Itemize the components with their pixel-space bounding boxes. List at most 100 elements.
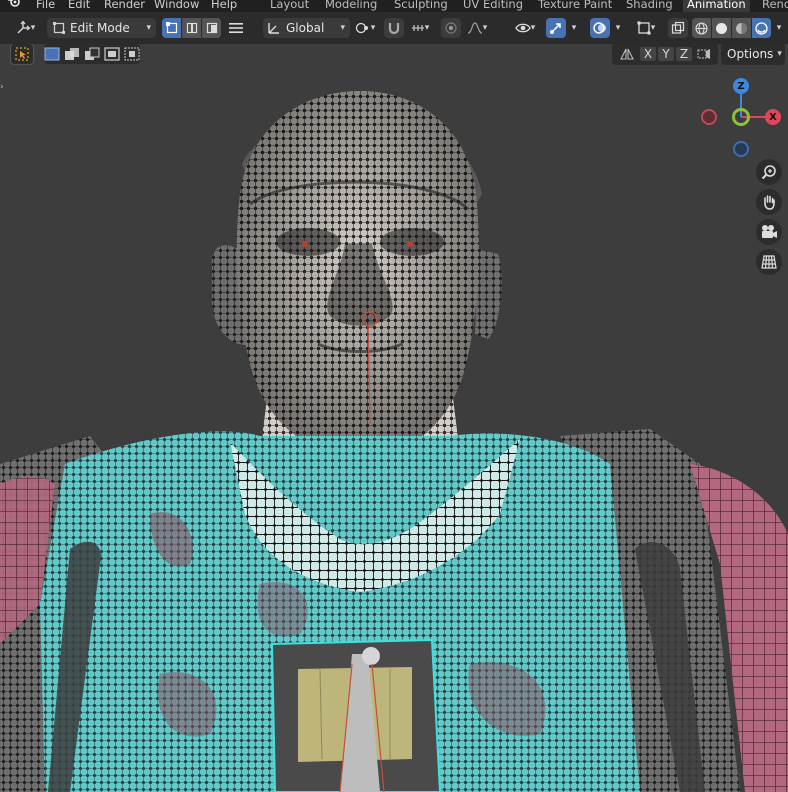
chevron-down-icon: ▾ <box>424 23 430 33</box>
transform-pivot-icon <box>17 20 31 34</box>
proportional-edit-icon <box>445 22 457 34</box>
face-select-button[interactable] <box>202 18 221 38</box>
xray-toggle[interactable] <box>668 18 688 38</box>
mesh-overlay-dropdown[interactable]: ▾ <box>630 18 662 38</box>
zoom-button[interactable] <box>756 159 782 185</box>
orientation-label: Global <box>286 21 325 35</box>
rendered-sphere-icon <box>755 21 768 35</box>
menu-render[interactable]: Render <box>104 0 145 11</box>
mode-dropdown[interactable]: Edit Mode ▾ <box>47 18 156 38</box>
edge-select-button[interactable] <box>182 18 201 38</box>
mirror-axis-group: X Y Z <box>612 44 718 65</box>
menu-help[interactable]: Help <box>211 0 237 11</box>
tab-texture-paint[interactable]: Texture Paint <box>534 0 616 12</box>
gizmo-toggle[interactable] <box>546 18 566 38</box>
top-menu-bar: File Edit Render Window Help Layout Mode… <box>0 0 788 12</box>
gizmo-z-axis: Z <box>733 78 749 94</box>
mirror-x-toggle[interactable]: X <box>640 47 656 61</box>
chevron-down-icon: ▾ <box>776 23 782 33</box>
menu-edit[interactable]: Edit <box>68 0 90 11</box>
chevron-down-icon: ▾ <box>370 23 376 33</box>
3d-viewport[interactable]: X Y Z Options ▾ › Z X Y <box>0 44 788 792</box>
gizmo-x-axis: X <box>765 109 781 125</box>
tab-animation[interactable]: Animation <box>683 0 750 12</box>
rendered-shading-button[interactable] <box>752 18 771 38</box>
shading-dropdown[interactable]: ▾ <box>772 18 786 38</box>
select-box-tool[interactable] <box>10 44 34 65</box>
snap-target-dropdown[interactable]: ▾ <box>405 18 435 38</box>
menu-window[interactable]: Window <box>154 0 199 11</box>
tab-modeling[interactable]: Modeling <box>321 0 381 12</box>
camera-icon <box>762 225 777 238</box>
select-cursor-icon <box>15 47 29 61</box>
pivot-point-dropdown[interactable]: ▾ <box>350 18 380 38</box>
transform-orientation-dropdown[interactable]: Global ▾ <box>263 18 350 38</box>
selectability-dropdown[interactable]: ▾ <box>509 18 541 38</box>
options-label: Options <box>727 47 774 61</box>
mesh-render <box>0 91 788 792</box>
edit-mode-icon <box>53 22 65 34</box>
select-extend-icon[interactable] <box>64 47 80 61</box>
hand-icon <box>764 195 775 210</box>
transform-tool-dropdown[interactable]: ▾ <box>8 18 42 38</box>
vertex-select-icon <box>165 22 177 34</box>
edge-select-icon <box>186 22 197 34</box>
falloff-curve-icon <box>467 22 482 34</box>
mirror-options-icon[interactable] <box>697 47 711 61</box>
viewport-header: ▾ Edit Mode ▾ Global ▾ ▾ ▾ ▾ ▾ ▾ ▾ ▾ ▾ <box>0 12 788 44</box>
tab-shading[interactable]: Shading <box>622 0 677 12</box>
gizmo-dropdown[interactable]: ▾ <box>566 18 582 38</box>
select-invert-icon[interactable] <box>104 47 120 61</box>
gizmo-negative-z <box>733 141 749 157</box>
chevron-down-icon: ▾ <box>571 23 577 33</box>
chevron-down-icon: ▾ <box>482 23 488 33</box>
falloff-dropdown[interactable]: ▾ <box>462 18 492 38</box>
snap-toggle[interactable] <box>384 18 404 38</box>
pivot-icon <box>355 22 368 34</box>
select-intersect-icon[interactable] <box>124 47 140 61</box>
tab-sculpting[interactable]: Sculpting <box>390 0 452 12</box>
pan-button[interactable] <box>756 189 782 215</box>
chevron-down-icon: ▾ <box>30 23 36 33</box>
hamburger-icon <box>229 23 243 33</box>
selection-mode-group <box>44 44 140 64</box>
wireframe-sphere-icon <box>695 21 708 35</box>
tab-rendering[interactable]: Rend <box>758 0 788 12</box>
vertex-select-button[interactable] <box>162 18 181 38</box>
chevron-down-icon: ▾ <box>340 23 345 33</box>
mirror-icon <box>620 48 634 60</box>
options-dropdown[interactable]: Options ▾ <box>721 44 785 65</box>
overlay-toggle[interactable] <box>590 18 610 38</box>
tab-uv-editing[interactable]: UV Editing <box>459 0 527 12</box>
gizmo-negative-x <box>701 109 717 125</box>
mesh-edit-overlay-icon <box>637 21 651 35</box>
face-select-icon <box>206 22 217 34</box>
menu-file[interactable]: File <box>36 0 55 11</box>
solid-shading-button[interactable] <box>712 18 731 38</box>
solid-sphere-icon <box>716 22 727 34</box>
select-new-icon[interactable] <box>44 47 60 61</box>
ortho-toggle-button[interactable] <box>756 249 782 275</box>
snap-increment-icon <box>411 25 424 31</box>
toolbar-expand-arrow-icon[interactable]: › <box>0 82 8 96</box>
chevron-down-icon: ▾ <box>530 23 536 33</box>
blender-logo-icon[interactable] <box>7 0 21 11</box>
orientation-icon <box>268 23 279 34</box>
overlay-dropdown[interactable]: ▾ <box>610 18 626 38</box>
xray-icon <box>671 21 685 34</box>
mirror-y-toggle[interactable]: Y <box>658 47 674 61</box>
mirror-z-toggle[interactable]: Z <box>676 47 692 61</box>
gizmo-y-axis-center: Y <box>732 108 750 126</box>
gizmo-icon <box>550 23 561 34</box>
select-subtract-icon[interactable] <box>84 47 100 61</box>
material-sphere-icon <box>736 22 747 34</box>
camera-view-button[interactable] <box>756 219 782 245</box>
tab-layout[interactable]: Layout <box>266 0 313 12</box>
material-shading-button[interactable] <box>732 18 751 38</box>
overlay-icon <box>593 22 606 34</box>
chevron-down-icon: ▾ <box>650 23 656 33</box>
menu-button[interactable] <box>226 18 246 38</box>
proportional-edit-toggle[interactable] <box>441 18 461 38</box>
eye-icon <box>514 23 531 33</box>
wireframe-shading-button[interactable] <box>692 18 711 38</box>
